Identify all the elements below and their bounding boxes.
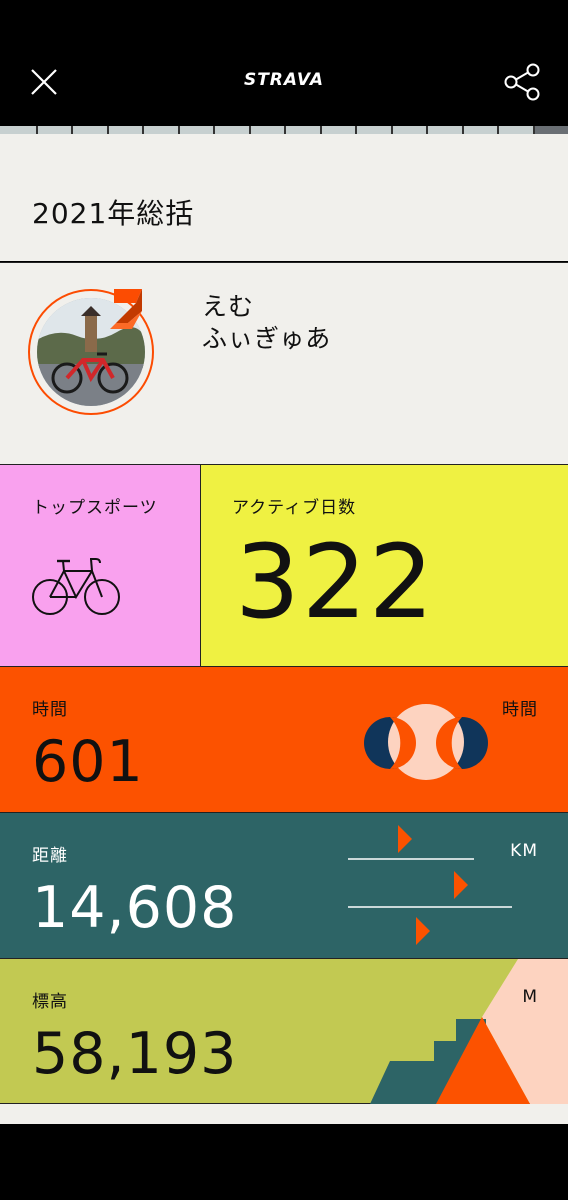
share-icon	[504, 63, 540, 101]
story-progress-divider	[320, 126, 322, 134]
active-days-value: 322	[235, 523, 436, 642]
story-progress	[0, 126, 568, 134]
distance-value: 14,608	[32, 875, 238, 941]
strava-logo: STRAVA	[243, 70, 325, 90]
story-progress-fill	[535, 126, 568, 134]
strava-badge-icon	[110, 289, 142, 329]
profile-card: えむ ふぃぎゅあ	[0, 262, 568, 465]
distance-line-icon	[478, 906, 512, 908]
story-progress-divider	[71, 126, 73, 134]
story-progress-divider	[107, 126, 109, 134]
footer-strip	[0, 1104, 568, 1124]
avatar	[28, 289, 154, 415]
active-days-label: アクティブ日数	[232, 498, 357, 518]
time-graphic-icon	[364, 704, 488, 780]
story-progress-divider	[426, 126, 428, 134]
story-progress-divider	[213, 126, 215, 134]
distance-label: 距離	[32, 846, 68, 866]
story-progress-divider	[249, 126, 251, 134]
distance-row: 距離 14,608 KM	[0, 813, 568, 959]
time-label: 時間	[32, 700, 68, 720]
bicycle-icon	[32, 558, 120, 615]
share-button[interactable]	[502, 62, 544, 102]
elevation-unit: M	[522, 987, 538, 1007]
elevation-value: 58,193	[32, 1021, 238, 1087]
summary-card: 2021年総括	[0, 134, 568, 261]
story-progress-divider	[355, 126, 357, 134]
top-sport-label: トップスポーツ	[32, 498, 158, 518]
elevation-label: 標高	[32, 992, 68, 1012]
time-value: 601	[32, 729, 144, 795]
story-progress-divider	[178, 126, 180, 134]
story-progress-divider	[497, 126, 499, 134]
story-progress-divider	[533, 126, 535, 134]
top-bar: STRAVA	[0, 0, 568, 126]
athlete-name-line2: ふぃぎゅあ	[202, 324, 332, 353]
time-row: 時間 601 時間	[0, 667, 568, 813]
story-progress-divider	[36, 126, 38, 134]
bottom-bar	[0, 1124, 568, 1200]
athlete-name-line1: えむ	[202, 292, 255, 321]
top-sport-tile: トップスポーツ	[0, 465, 201, 667]
time-unit: 時間	[502, 700, 538, 720]
story-progress-divider	[284, 126, 286, 134]
summary-title: 2021年総括	[32, 197, 195, 230]
story-progress-divider	[462, 126, 464, 134]
elevation-row: 標高 58,193 M	[0, 959, 568, 1104]
story-progress-divider	[391, 126, 393, 134]
story-progress-divider	[142, 126, 144, 134]
distance-unit: KM	[510, 841, 538, 861]
distance-graphic-icon	[348, 825, 478, 945]
athlete-name: えむ ふぃぎゅあ	[202, 291, 331, 355]
active-days-tile: アクティブ日数 322	[201, 465, 568, 667]
